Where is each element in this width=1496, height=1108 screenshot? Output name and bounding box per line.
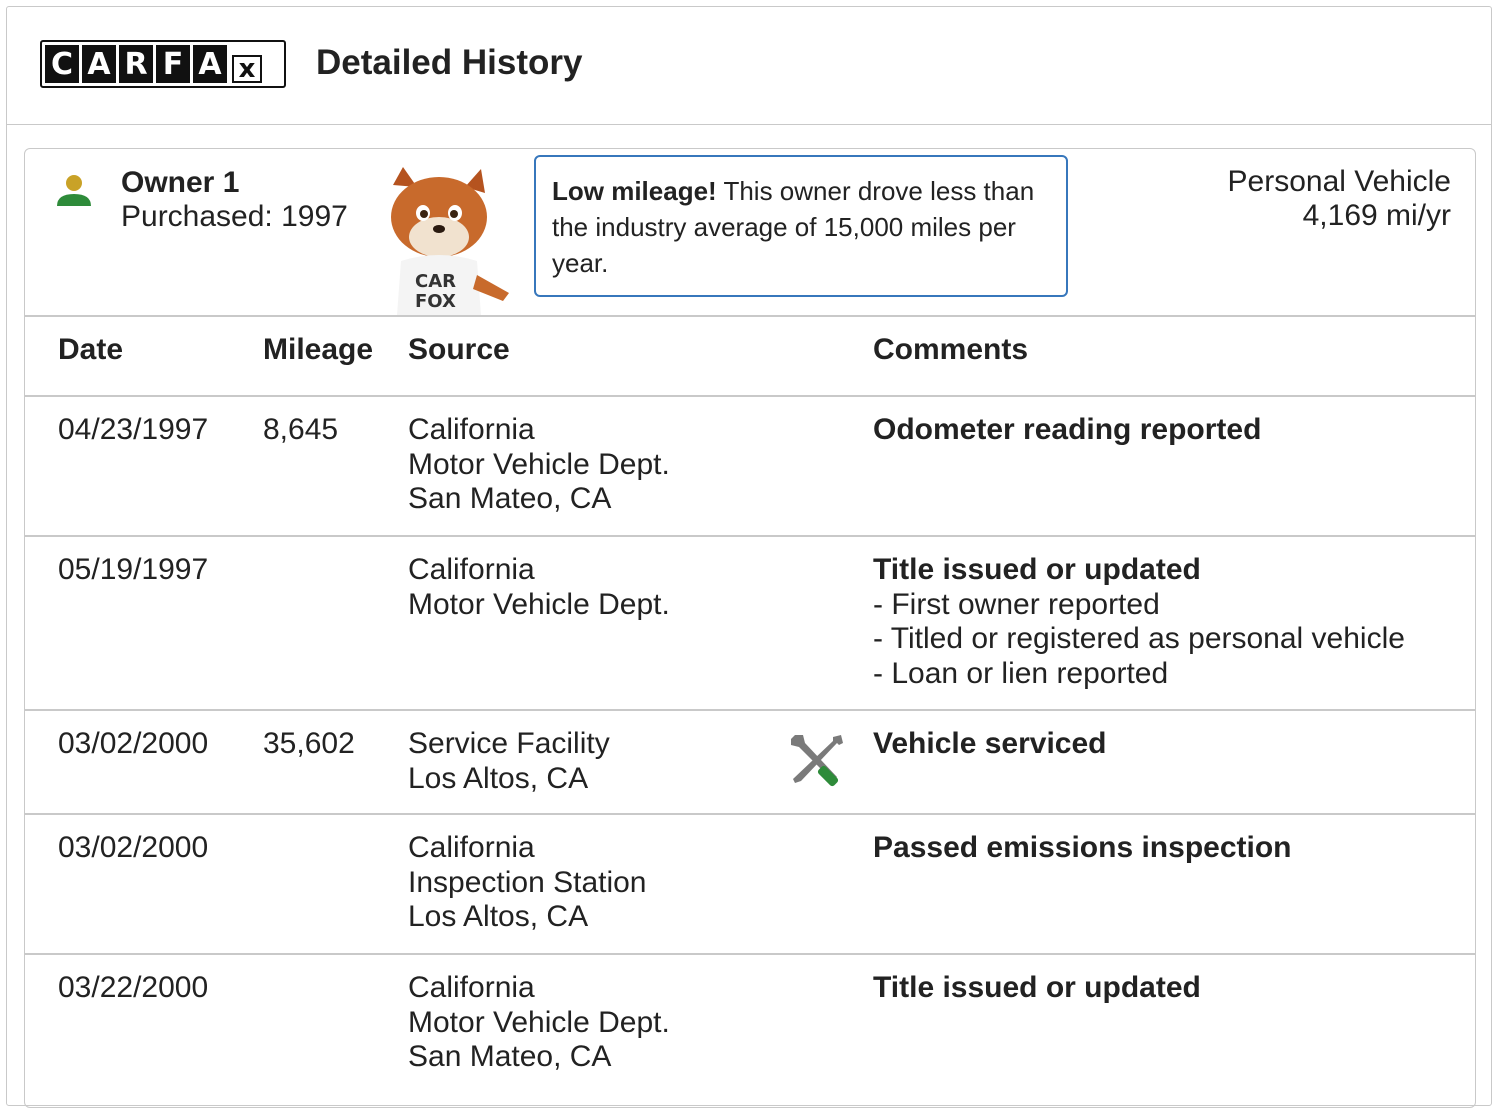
logo-fox-x: x xyxy=(230,45,264,83)
table-row: 05/19/1997 California Motor Vehicle Dept… xyxy=(25,537,1475,711)
carfox-mascot-icon: CAR FOX xyxy=(391,167,509,315)
comment-title: Title issued or updated xyxy=(873,971,1201,1004)
logo-letter: C xyxy=(45,45,79,83)
table-row: 04/23/1997 8,645 California Motor Vehicl… xyxy=(25,397,1475,537)
source-line: Los Altos, CA xyxy=(408,900,589,933)
usage-type: Personal Vehicle xyxy=(1227,165,1451,198)
row-date: 04/23/1997 xyxy=(58,413,209,446)
owner-person-icon xyxy=(57,175,91,206)
carfax-logo: C A R F A x xyxy=(40,40,286,88)
vehicle-usage: Personal Vehicle 4,169 mi/yr xyxy=(1228,165,1451,233)
logo-letter: A xyxy=(193,45,227,83)
logo-letter: x xyxy=(232,55,262,83)
row-mileage: 35,602 xyxy=(263,727,355,760)
comment-title: Title issued or updated xyxy=(873,553,1201,586)
row-source: California Motor Vehicle Dept. San Mateo… xyxy=(408,971,670,1075)
source-line: San Mateo, CA xyxy=(408,1040,612,1073)
source-line: Service Facility xyxy=(408,727,610,760)
comment-item: - First owner reported xyxy=(873,587,1160,621)
callout-highlight: Low mileage! xyxy=(552,176,717,206)
row-source: California Inspection Station Los Altos,… xyxy=(408,831,647,935)
owner-history-card: Owner 1 Purchased: 1997 CAR FOX Low mile… xyxy=(24,148,1476,1108)
table-row: 03/02/2000 California Inspection Station… xyxy=(25,815,1475,955)
comment-title: Passed emissions inspection xyxy=(873,831,1292,864)
row-comments: Odometer reading reported xyxy=(873,413,1261,448)
page-title: Detailed History xyxy=(316,43,583,82)
source-line: San Mateo, CA xyxy=(408,482,612,515)
source-line: Inspection Station xyxy=(408,865,647,899)
row-comments: Passed emissions inspection xyxy=(873,831,1292,866)
column-header-comments: Comments xyxy=(873,333,1029,366)
source-line: California xyxy=(408,553,535,586)
row-comments: Title issued or updated - First owner re… xyxy=(873,553,1405,691)
logo-letter: A xyxy=(82,45,116,83)
wrench-screwdriver-icon xyxy=(791,735,843,787)
owner-name: Owner 1 xyxy=(121,166,240,199)
row-date: 05/19/1997 xyxy=(58,553,209,586)
row-date: 03/02/2000 xyxy=(58,727,209,760)
row-mileage: 8,645 xyxy=(263,413,339,446)
source-line: Motor Vehicle Dept. xyxy=(408,447,670,481)
comment-title: Odometer reading reported xyxy=(873,413,1262,446)
column-header-source: Source xyxy=(408,333,510,366)
column-header-date: Date xyxy=(58,333,124,366)
row-source: California Motor Vehicle Dept. xyxy=(408,553,670,622)
low-mileage-callout: Low mileage! This owner drove less than … xyxy=(534,155,1068,297)
source-line: California xyxy=(408,831,535,864)
row-date: 03/02/2000 xyxy=(58,831,209,864)
history-table-header: Date Mileage Source Comments xyxy=(25,315,1475,397)
table-row: 03/22/2000 California Motor Vehicle Dept… xyxy=(25,955,1475,1105)
row-comments: Title issued or updated xyxy=(873,971,1201,1006)
source-line: Los Altos, CA xyxy=(408,761,589,795)
owner-purchased-year: Purchased: 1997 xyxy=(121,200,348,233)
logo-letter: R xyxy=(119,45,153,83)
source-line: Motor Vehicle Dept. xyxy=(408,1005,670,1039)
column-header-mileage: Mileage xyxy=(263,333,374,366)
source-line: California xyxy=(408,971,535,1004)
logo-letter: F xyxy=(156,45,190,83)
row-source: California Motor Vehicle Dept. San Mateo… xyxy=(408,413,670,517)
row-comments: Vehicle serviced xyxy=(873,727,1107,762)
comment-item: - Loan or lien reported xyxy=(873,656,1169,690)
svg-text:FOX: FOX xyxy=(415,291,456,312)
source-line: Motor Vehicle Dept. xyxy=(408,587,670,621)
usage-miles-per-year: 4,169 mi/yr xyxy=(1302,199,1451,232)
comment-title: Vehicle serviced xyxy=(873,727,1107,760)
svg-text:CAR: CAR xyxy=(415,271,456,292)
row-date: 03/22/2000 xyxy=(58,971,209,1004)
comment-item: - Titled or registered as personal vehic… xyxy=(873,622,1405,655)
source-line: California xyxy=(408,413,535,446)
row-source: Service Facility Los Altos, CA xyxy=(408,727,610,796)
panel-header: C A R F A x Detailed History xyxy=(7,7,1491,125)
table-row: 03/02/2000 35,602 Service Facility Los A… xyxy=(25,711,1475,815)
